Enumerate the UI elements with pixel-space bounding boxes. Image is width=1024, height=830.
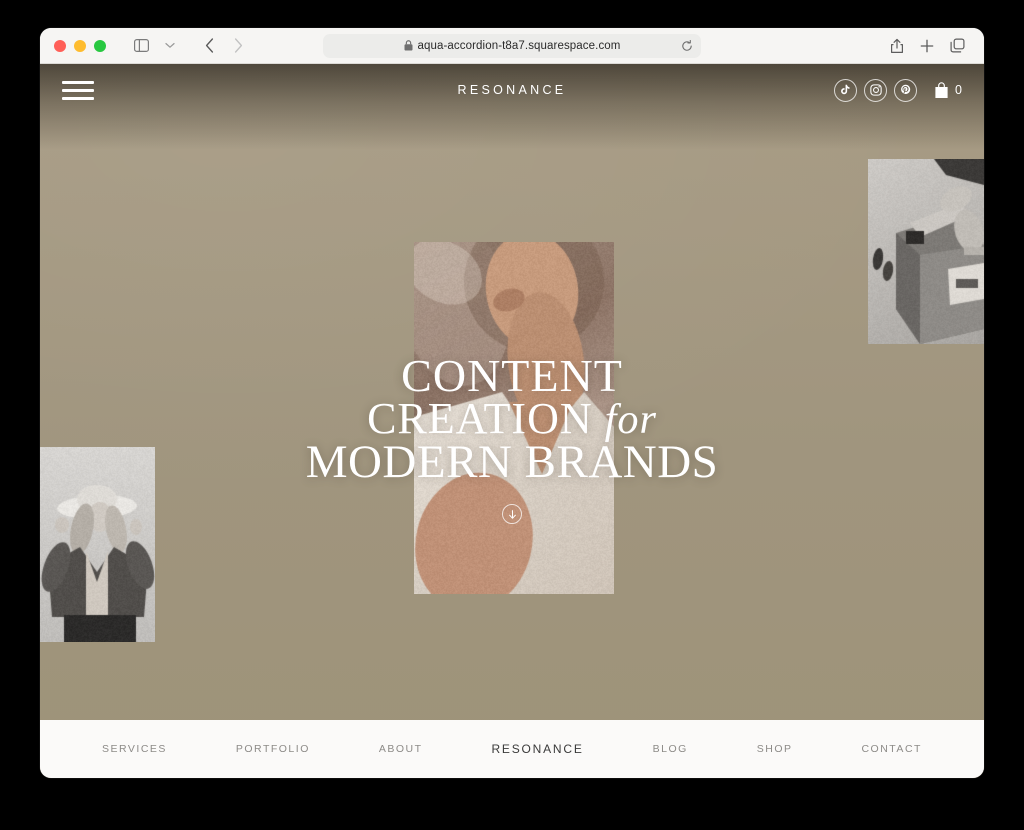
site-footer: SERVICES PORTFOLIO ABOUT RESONANCE BLOG … — [40, 720, 984, 778]
close-window-button[interactable] — [54, 40, 66, 52]
page-viewport: RESONANCE 0 CONTENT CREATION for MODERN … — [40, 64, 984, 778]
site-header: RESONANCE 0 — [40, 64, 984, 116]
chevron-left-icon — [205, 38, 214, 53]
arrow-down-icon — [508, 509, 517, 520]
share-button[interactable] — [884, 34, 910, 58]
share-icon — [890, 38, 904, 54]
hero-image — [414, 242, 614, 594]
social-link-instagram[interactable] — [864, 79, 887, 102]
footer-brand-logo[interactable]: RESONANCE — [491, 742, 583, 756]
chevron-right-icon — [234, 38, 243, 53]
sidebar-toggle-button[interactable] — [128, 34, 154, 58]
window-traffic-lights — [40, 40, 106, 52]
plus-icon — [920, 39, 934, 53]
social-link-pinterest[interactable] — [894, 79, 917, 102]
hamburger-line — [62, 97, 94, 100]
footer-link-shop[interactable]: SHOP — [757, 743, 793, 755]
pinterest-icon — [900, 84, 911, 96]
scroll-down-button[interactable] — [502, 504, 522, 524]
decor-image-right — [868, 159, 984, 344]
new-tab-button[interactable] — [914, 34, 940, 58]
tabs-icon — [950, 38, 965, 53]
tiktok-icon — [840, 84, 851, 96]
footer-navigation: SERVICES PORTFOLIO ABOUT RESONANCE BLOG … — [40, 742, 984, 756]
hamburger-menu-icon[interactable] — [62, 81, 94, 100]
toolbar-nav-group — [128, 34, 251, 58]
hamburger-line — [62, 81, 94, 84]
reload-icon[interactable] — [681, 40, 693, 52]
shopping-bag-icon — [934, 82, 949, 99]
forward-button[interactable] — [225, 34, 251, 58]
hamburger-line — [62, 89, 94, 92]
cart-button[interactable]: 0 — [934, 82, 962, 99]
maximize-window-button[interactable] — [94, 40, 106, 52]
sidebar-icon — [134, 39, 149, 52]
footer-link-services[interactable]: SERVICES — [102, 743, 167, 755]
footer-link-blog[interactable]: BLOG — [653, 743, 688, 755]
address-bar[interactable]: aqua-accordion-t8a7.squarespace.com — [323, 34, 701, 58]
tabs-overview-button[interactable] — [944, 34, 970, 58]
footer-link-contact[interactable]: CONTACT — [861, 743, 921, 755]
instagram-icon — [870, 84, 882, 96]
minimize-window-button[interactable] — [74, 40, 86, 52]
footer-link-portfolio[interactable]: PORTFOLIO — [236, 743, 310, 755]
cart-count: 0 — [955, 83, 962, 97]
back-button[interactable] — [196, 34, 222, 58]
browser-toolbar: aqua-accordion-t8a7.squarespace.com — [40, 28, 984, 64]
lock-icon — [404, 40, 413, 51]
footer-link-about[interactable]: ABOUT — [379, 743, 423, 755]
sidebar-dropdown-button[interactable] — [157, 34, 183, 58]
address-bar-url: aqua-accordion-t8a7.squarespace.com — [418, 40, 621, 52]
browser-window: aqua-accordion-t8a7.squarespace.com RESO… — [40, 28, 984, 778]
toolbar-actions — [884, 34, 984, 58]
social-link-tiktok[interactable] — [834, 79, 857, 102]
decor-image-left — [40, 447, 155, 642]
chevron-down-icon — [165, 42, 175, 49]
header-actions: 0 — [834, 79, 962, 102]
